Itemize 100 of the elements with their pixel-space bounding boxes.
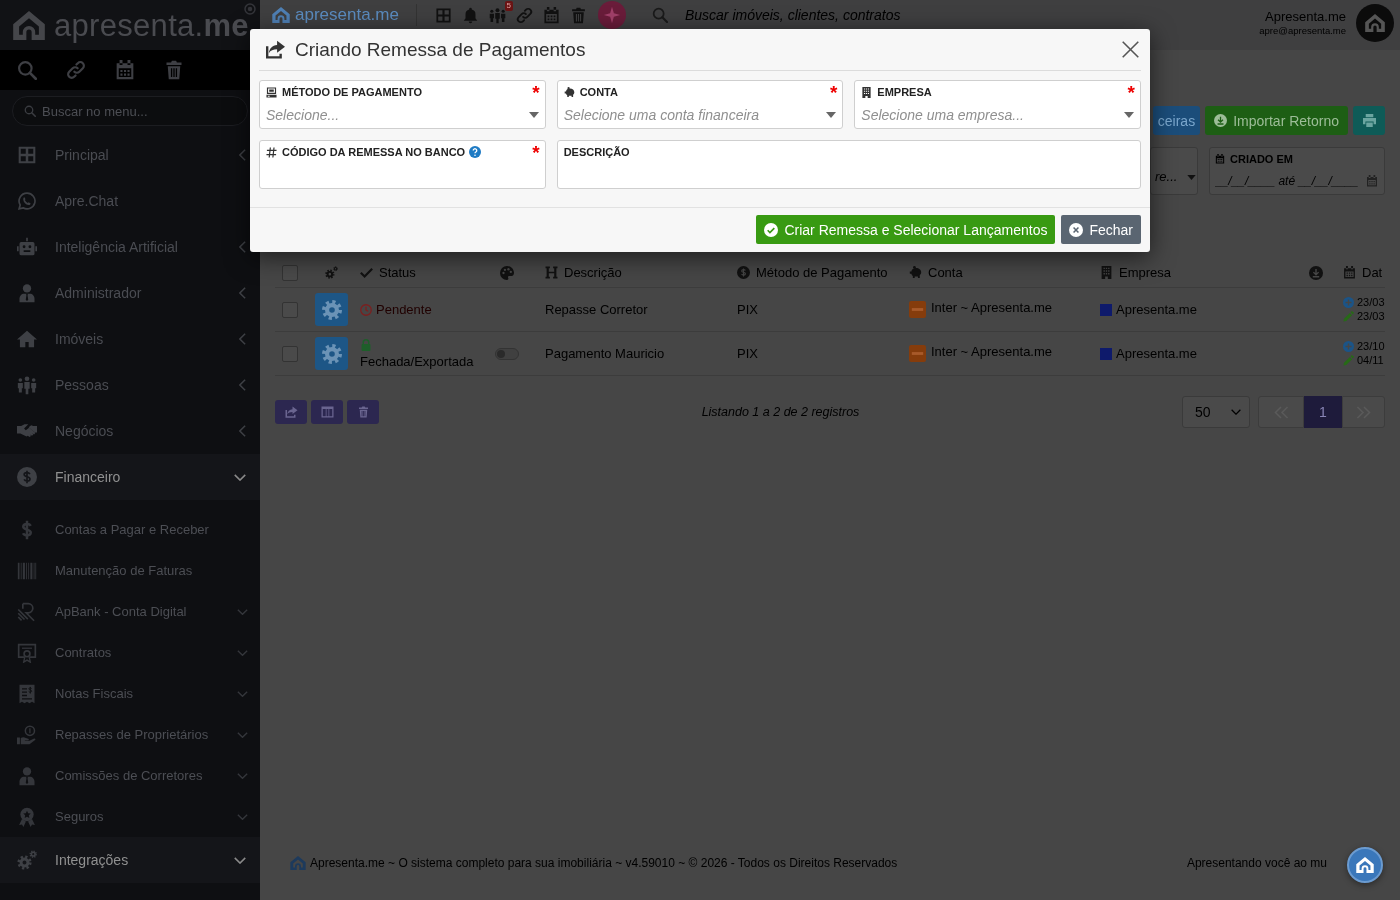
menu-item[interactable]: Integrações <box>0 837 260 883</box>
page-button[interactable]: 1 <box>1304 396 1342 428</box>
menu-item[interactable]: Apre.Chat <box>0 178 260 224</box>
gear-icon <box>321 343 342 364</box>
search-field[interactable]: Buscar imóveis, clientes, contratos <box>684 7 945 23</box>
submenu-item[interactable]: Manutenção de Faturas <box>0 550 260 591</box>
dollar-circle-icon <box>737 266 750 279</box>
palette-icon <box>500 265 514 280</box>
calendar-icon[interactable] <box>542 6 560 24</box>
trash-icon <box>356 406 370 418</box>
filter-select[interactable]: re... <box>1150 147 1198 195</box>
submenu-item[interactable]: Contas a Pagar e Receber <box>0 509 260 550</box>
search-icon <box>651 7 668 23</box>
menu-item[interactable]: Financeiro <box>0 454 260 500</box>
printer-icon <box>1362 114 1376 127</box>
menu-item[interactable]: Inteligência Artificial <box>0 224 260 270</box>
caret-icon <box>528 112 539 118</box>
export-button[interactable] <box>275 400 307 424</box>
gear-icon <box>321 299 342 320</box>
logo-icon <box>13 10 45 40</box>
close-button[interactable]: Fechar <box>1061 215 1141 244</box>
sparkle-circle-icon[interactable] <box>597 1 626 29</box>
trash-icon[interactable] <box>569 6 587 24</box>
table-cell: PIX <box>737 302 758 317</box>
lock-icon <box>360 338 372 351</box>
toolbar-button[interactable]: ceiras <box>1152 106 1201 135</box>
select-input[interactable]: Selecione... <box>266 106 529 124</box>
select-input[interactable]: Selecione uma empresa... <box>861 106 1124 124</box>
link-icon[interactable] <box>515 6 533 24</box>
page-size-select[interactable]: 50 <box>1182 396 1250 428</box>
column-header[interactable]: Status <box>379 265 416 280</box>
import-button[interactable]: Importar Retorno <box>1205 106 1348 135</box>
chat-icon <box>17 191 37 211</box>
search-field[interactable]: Buscar no menu... <box>12 96 248 126</box>
create-button[interactable]: Criar Remessa e Selecionar Lançamentos <box>756 215 1056 244</box>
grid-icon[interactable] <box>434 6 452 24</box>
select-field[interactable]: EMPRESA * Selecione uma empresa... <box>854 80 1141 129</box>
people-icon <box>17 375 37 395</box>
clock-icon <box>360 303 372 316</box>
menu-item[interactable]: Administrador <box>0 270 260 316</box>
piggy-bank-icon <box>909 266 922 279</box>
required-mark: * <box>1127 85 1135 99</box>
text-field[interactable]: DESCRIÇÃO <box>556 140 1141 189</box>
menu-item[interactable]: Imóveis <box>0 316 260 362</box>
delete-button[interactable] <box>347 400 379 424</box>
plus-circle-icon <box>1343 297 1354 308</box>
column-header[interactable]: Conta <box>928 265 963 280</box>
previous-page-button[interactable] <box>1258 396 1304 428</box>
calendar-icon <box>1215 154 1225 164</box>
close-icon[interactable] <box>1122 41 1139 58</box>
logo-text[interactable]: apresenta.me <box>295 5 399 25</box>
calendar-icon[interactable] <box>1366 175 1378 187</box>
menu-item[interactable]: Principal <box>0 132 260 178</box>
check-icon <box>360 266 373 279</box>
column-header[interactable]: Método de Pagamento <box>756 265 888 280</box>
next-page-button[interactable] <box>1342 396 1385 428</box>
date-text: 04/11 <box>1357 354 1384 367</box>
logo-icon <box>290 856 306 870</box>
robot-icon <box>17 237 37 257</box>
hand-coin-icon <box>17 724 37 745</box>
search-icon[interactable] <box>17 60 37 80</box>
menu-item[interactable]: Negócios <box>0 408 260 454</box>
ring-icon[interactable] <box>244 3 256 15</box>
text-field[interactable]: CÓDIGO DA REMESSA NO BANCO * <box>259 140 546 189</box>
submenu-item[interactable]: Seguros <box>0 796 260 837</box>
avatar-icon[interactable] <box>1356 4 1394 42</box>
link-icon[interactable] <box>66 60 86 80</box>
logo-text: apresenta.me <box>54 9 249 41</box>
checkbox[interactable] <box>282 264 298 281</box>
help-icon[interactable] <box>469 146 482 158</box>
filter-input[interactable]: re... <box>1155 169 1181 184</box>
search-input[interactable]: Buscar no menu... <box>42 103 232 119</box>
submenu-item[interactable]: Repasses de Proprietários <box>0 714 260 755</box>
caret-icon <box>1187 175 1196 180</box>
submenu-item[interactable]: Notas Fiscais <box>0 673 260 714</box>
submenu-item[interactable]: ApBank - Conta Digital <box>0 591 260 632</box>
calendar-icon <box>1343 266 1356 279</box>
settings-button[interactable] <box>315 337 348 370</box>
column-header[interactable]: Empresa <box>1119 265 1172 280</box>
select-input[interactable]: Selecione uma conta financeira <box>563 106 827 124</box>
columns-button[interactable] <box>311 400 343 424</box>
date-text: 23/10 <box>1357 340 1385 353</box>
column-header[interactable]: Descrição <box>564 265 622 280</box>
submenu-item[interactable]: Comissões de Corretores <box>0 755 260 796</box>
menu-item[interactable]: Pessoas <box>0 362 260 408</box>
required-mark: * <box>532 145 540 159</box>
print-button[interactable] <box>1353 106 1385 135</box>
settings-button[interactable] <box>315 293 348 326</box>
submenu-item[interactable]: Contratos <box>0 632 260 673</box>
column-header[interactable]: Dat <box>1362 265 1383 280</box>
receipt-icon <box>17 683 37 704</box>
people-icon[interactable] <box>488 6 506 24</box>
logo-icon[interactable] <box>272 7 290 23</box>
select-field[interactable]: CONTA * Selecione uma conta financeira <box>556 80 844 129</box>
toggle-switch[interactable] <box>495 347 519 360</box>
trash-icon[interactable] <box>164 60 184 80</box>
user-email: apre@apresenta.me <box>1259 25 1346 37</box>
calendar-icon[interactable] <box>115 60 135 80</box>
bell-icon[interactable] <box>461 6 479 24</box>
select-field[interactable]: MÉTODO DE PAGAMENTO * Selecione... <box>259 80 546 129</box>
